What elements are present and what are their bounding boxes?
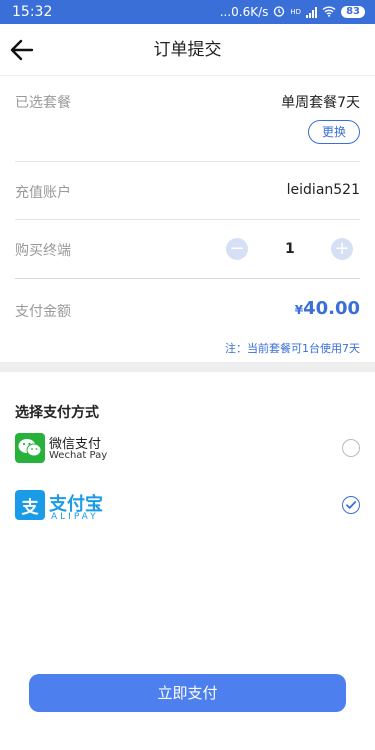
payment-option-wechat[interactable]: 微信支付 Wechat Pay bbox=[15, 433, 360, 467]
alipay-sub: ALIPAY bbox=[51, 512, 99, 522]
divider bbox=[15, 278, 360, 279]
network-speed: ...0.6K/s bbox=[219, 5, 269, 19]
quantity-value: 1 bbox=[285, 241, 295, 257]
status-icons: ...0.6K/s HD 83 bbox=[220, 5, 365, 20]
minus-button[interactable]: − bbox=[226, 238, 248, 260]
wechat-radio[interactable] bbox=[342, 439, 360, 457]
divider bbox=[15, 219, 360, 220]
alipay-icon: 支 bbox=[15, 490, 45, 520]
pay-now-button[interactable]: 立即支付 bbox=[29, 674, 346, 712]
account-label: 充值账户 bbox=[15, 185, 71, 201]
signal-icon bbox=[306, 6, 318, 18]
section-separator bbox=[0, 362, 375, 372]
plus-button[interactable]: + bbox=[331, 238, 353, 260]
hd-icon: HD bbox=[290, 8, 302, 16]
back-button[interactable] bbox=[6, 34, 38, 66]
status-time: 15:32 bbox=[12, 4, 53, 20]
account-row: 充值账户 leidian521 bbox=[15, 182, 360, 202]
package-note: 注：当前套餐可1台使用7天 bbox=[225, 342, 360, 355]
payment-option-alipay[interactable]: 支 支付宝 ALIPAY bbox=[15, 490, 360, 524]
payment-section-title: 选择支付方式 bbox=[15, 405, 99, 421]
account-value: leidian521 bbox=[286, 182, 360, 198]
amount-value: ¥40.00 bbox=[295, 298, 360, 319]
divider bbox=[15, 161, 360, 162]
terminal-label: 购买终端 bbox=[15, 243, 71, 259]
status-bar: 15:32 ...0.6K/s HD 83 bbox=[0, 0, 375, 24]
wifi-icon bbox=[322, 5, 336, 20]
amount-label: 支付金额 bbox=[15, 304, 71, 320]
currency-symbol: ¥ bbox=[294, 303, 304, 317]
package-label: 已选套餐 bbox=[15, 95, 71, 111]
checkmark-icon bbox=[346, 501, 357, 509]
wechat-pay-sub: Wechat Pay bbox=[49, 450, 108, 461]
package-row: 已选套餐 单周套餐7天 更换 bbox=[15, 92, 360, 148]
terminal-row: 购买终端 − 1 + bbox=[15, 237, 360, 261]
header: 订单提交 bbox=[0, 24, 375, 76]
wechat-icon bbox=[15, 433, 45, 463]
amount-number: 40.00 bbox=[303, 298, 360, 319]
arrow-left-icon bbox=[10, 39, 34, 61]
page-title: 订单提交 bbox=[153, 40, 222, 60]
package-value: 单周套餐7天 bbox=[281, 95, 360, 111]
battery-icon: 83 bbox=[341, 6, 365, 18]
alipay-radio-checked[interactable] bbox=[342, 496, 360, 514]
alarm-icon bbox=[273, 5, 285, 20]
change-package-button[interactable]: 更换 bbox=[308, 120, 360, 144]
amount-row: 支付金额 ¥40.00 注：当前套餐可1台使用7天 bbox=[15, 298, 360, 355]
